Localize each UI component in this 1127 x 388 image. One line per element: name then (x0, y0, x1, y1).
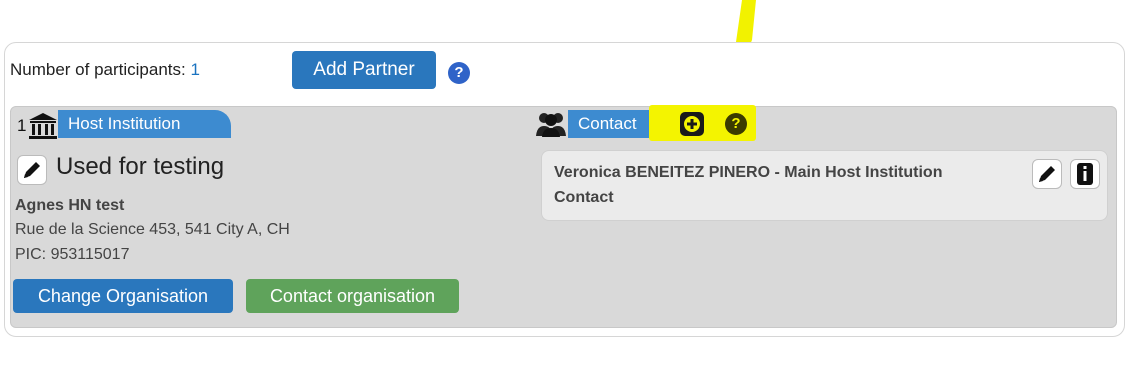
participants-count: 1 (190, 60, 200, 79)
participants-count-row: Number of participants: 1 (10, 60, 200, 80)
host-institution-tag: Host Institution (58, 110, 231, 138)
contact-role: Contact (554, 189, 614, 206)
organisation-name: Agnes HN test (15, 197, 125, 214)
add-contact-button[interactable] (680, 112, 704, 136)
institution-icon (29, 113, 57, 139)
partner-number: 1 (17, 116, 27, 135)
plus-icon (684, 116, 700, 132)
contact-help-icon[interactable]: ? (725, 113, 747, 135)
add-partner-button[interactable]: Add Partner (292, 51, 436, 89)
contact-name: Veronica BENEITEZ PINERO - Main Host Ins… (554, 164, 943, 181)
participants-label: Number of participants: (10, 60, 186, 79)
change-organisation-button[interactable]: Change Organisation (13, 279, 233, 313)
contact-organisation-button[interactable]: Contact organisation (246, 279, 459, 313)
pencil-icon (1039, 166, 1055, 182)
edit-contact-button[interactable] (1032, 159, 1062, 189)
contacts-icon (536, 113, 566, 137)
contact-entry-text: Veronica BENEITEZ PINERO - Main Host Ins… (554, 160, 1024, 210)
edit-organisation-button[interactable] (17, 155, 47, 185)
organisation-title: Used for testing (56, 153, 225, 180)
organisation-pic: PIC: 953115017 (15, 246, 130, 263)
contact-info-button[interactable] (1070, 159, 1100, 189)
info-icon (1077, 163, 1093, 185)
organisation-address: Rue de la Science 453, 541 City A, CH (15, 221, 290, 238)
help-icon[interactable]: ? (448, 62, 470, 84)
pencil-icon (24, 162, 40, 178)
